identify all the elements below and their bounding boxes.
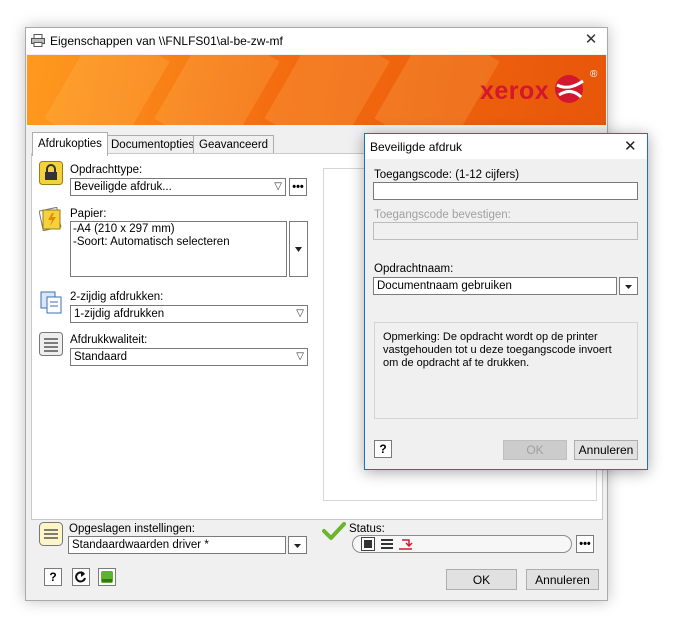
passcode-label: Toegangscode: (1-12 cijfers) (374, 169, 520, 181)
paper-dropdown-button[interactable] (289, 221, 308, 277)
tab-documentopties[interactable]: Documentopties (105, 135, 201, 155)
saved-settings-value: Standaardwaarden driver * (72, 539, 209, 551)
paper-summary-box[interactable]: -A4 (210 x 297 mm) -Soort: Automatisch s… (70, 221, 287, 277)
print-quality-select[interactable]: Standaard ▽ (70, 348, 308, 366)
saved-settings-icon (39, 522, 63, 546)
title-bar: Eigenschappen van \\FNLFS01\al-be-zw-mf … (26, 28, 607, 54)
status-bar (352, 535, 572, 553)
green-app-icon (101, 571, 113, 583)
job-type-more-button[interactable]: ••• (289, 178, 307, 196)
duplex-label: 2-zijdig afdrukken: (70, 291, 164, 303)
redirect-arrow-icon (398, 537, 414, 551)
passcode-input[interactable] (373, 182, 638, 200)
saved-settings-select[interactable]: Standaardwaarden driver * (68, 536, 286, 554)
note-text: Opmerking: De opdracht wordt op de print… (374, 322, 638, 419)
help-button[interactable]: ? (44, 568, 62, 586)
job-list-icon (380, 537, 394, 551)
reset-icon (75, 571, 86, 583)
xerox-logo: xerox (480, 77, 550, 105)
restore-defaults-button[interactable] (72, 568, 90, 586)
saved-settings-label: Opgeslagen instellingen: (69, 523, 195, 535)
duplex-value: 1-zijdig afdrukken (74, 308, 165, 320)
lock-icon (39, 161, 63, 185)
dialog-title-bar: Beveiligde afdruk ✕ (365, 134, 647, 159)
print-quality-label: Afdrukkwaliteit: (70, 334, 148, 346)
confirm-passcode-input (373, 222, 638, 240)
xerox-ball-icon (553, 71, 587, 105)
registered-mark: ® (590, 69, 598, 80)
paper-label: Papier: (70, 208, 107, 220)
job-type-value: Beveiligde afdruk... (74, 181, 172, 193)
tab-geavanceerd[interactable]: Geavanceerd (193, 135, 275, 155)
paper-type-line: -Soort: Automatisch selecteren (73, 236, 230, 248)
chevron-down-icon: ▽ (296, 308, 304, 319)
paper-size-line: -A4 (210 x 297 mm) (73, 223, 175, 235)
dialog-title: Beveiligde afdruk (370, 140, 463, 154)
tab-afdrukopties[interactable]: Afdrukopties (32, 132, 108, 156)
job-type-label: Opdrachttype: (70, 164, 143, 176)
duplex-icon (39, 290, 63, 314)
close-icon[interactable]: ✕ (582, 31, 600, 49)
print-quality-icon (39, 332, 63, 356)
job-name-label: Opdrachtnaam: (374, 263, 454, 275)
xerox-banner: xerox ® (27, 55, 606, 125)
print-quality-value: Standaard (74, 351, 128, 363)
duplex-select[interactable]: 1-zijdig afdrukken ▽ (70, 305, 308, 323)
status-ok-checkmark-icon (322, 521, 346, 541)
job-name-select[interactable]: Documentnaam gebruiken (373, 277, 617, 295)
job-name-dropdown-button[interactable] (619, 277, 638, 295)
dialog-cancel-button[interactable]: Annuleren (574, 440, 638, 460)
status-more-button[interactable]: ••• (576, 535, 594, 553)
paper-icon (38, 206, 63, 232)
printer-icon (31, 34, 45, 47)
xerox-app-button[interactable] (98, 568, 116, 586)
job-name-value: Documentnaam gebruiken (377, 280, 512, 292)
confirm-passcode-label: Toegangscode bevestigen: (374, 209, 511, 221)
dialog-ok-button: OK (503, 440, 567, 460)
ok-button[interactable]: OK (446, 569, 517, 590)
tray-status-icon (361, 537, 375, 551)
window-title: Eigenschappen van \\FNLFS01\al-be-zw-mf (50, 34, 283, 48)
saved-settings-dropdown-button[interactable] (288, 536, 307, 554)
secure-print-dialog: Beveiligde afdruk ✕ Toegangscode: (1-12 … (364, 133, 648, 470)
job-type-select[interactable]: Beveiligde afdruk... ▽ (70, 178, 286, 196)
chevron-down-icon: ▽ (274, 181, 282, 192)
cancel-button[interactable]: Annuleren (526, 569, 599, 590)
chevron-down-icon: ▽ (296, 351, 304, 362)
dialog-help-button[interactable]: ? (374, 440, 392, 458)
status-label: Status: (349, 523, 385, 535)
dialog-close-icon[interactable]: ✕ (624, 137, 637, 155)
